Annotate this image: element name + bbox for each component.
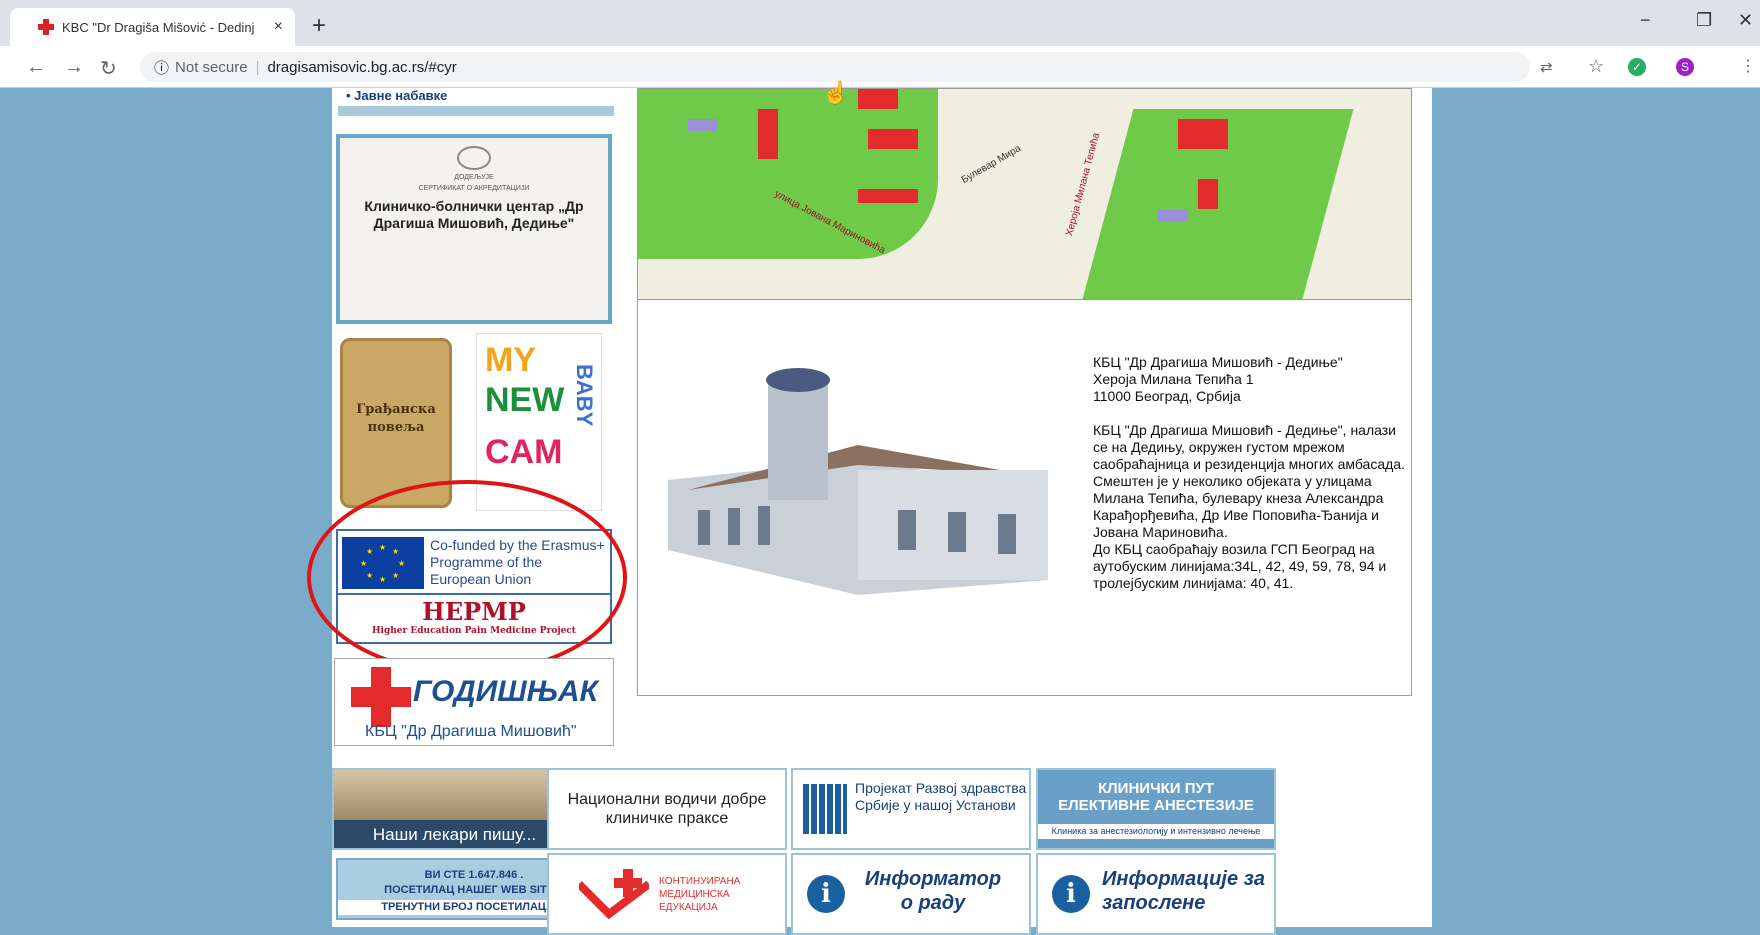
site-favicon-icon [38,19,54,35]
map-building [858,189,918,203]
certificate-seal-icon [457,146,491,170]
address-line1: КБЦ "Др Драгиша Мишовић - Дедиње" [1093,354,1343,370]
fountain-pen-image [334,770,575,820]
sidebar-item-public-procurement[interactable]: • Јавне набавке [338,88,614,106]
profile-avatar[interactable]: S [1676,58,1694,76]
map-building-secondary [1158,209,1188,221]
security-label: Not secure [175,58,248,76]
map-road-label: Булевар Мира [959,143,1023,186]
clinical-guides-label: Национални водичи добре клиничке праксе [567,791,767,827]
babycam-baby: BABY [572,364,597,427]
anesthesia-path-link[interactable]: КЛИНИЧКИ ПУТ ЕЛЕКТИВНЕ АНЕСТЕЗИЈЕ Клиник… [1036,768,1276,850]
tab-close-icon[interactable]: × [274,18,283,36]
extension-check-icon[interactable]: ✓ [1628,58,1646,76]
map-building [858,89,898,109]
citizens-charter-label: Грађанска повеља [356,402,436,435]
hospital-cross-icon [351,667,411,727]
yearbook-subtitle: КБЦ "Др Драгиша Мишовић" [365,723,577,740]
anesthesia-title: КЛИНИЧКИ ПУТ ЕЛЕКТИВНЕ АНЕСТЕЗИЈЕ [1058,780,1254,814]
yearbook-link[interactable]: ГОДИШЊАК КБЦ "Др Драгиша Мишовић" [334,658,614,746]
info-circle-icon: i [807,875,845,913]
accreditation-certificate-link[interactable]: ДОДЕЉУЈЕ СЕРТИФИКАТ О АКРЕДИТАЦИЈИ Клини… [336,134,612,324]
bookmark-star-icon[interactable]: ☆ [1588,56,1604,77]
doctors-write-label: Наши лекари пишу... [334,820,575,848]
cme-label: КОНТИНУИРАНА МЕДИЦИНСКА ЕДУКАЦИЈА [659,876,741,913]
map-building-secondary [688,119,718,131]
health-project-link[interactable]: Пројекат Развој здравства Србије у нашој… [791,768,1031,850]
babycam-my: MY [485,341,536,379]
minimize-icon[interactable]: − [1640,10,1651,31]
window-close-icon[interactable]: ✕ [1738,10,1753,31]
address-line3: 11000 Београд, Србија [1093,388,1241,404]
tab-title: KBC "Dr Dragiša Mišović - Dedinj [62,19,255,35]
reload-icon[interactable]: ↻ [100,56,117,81]
map-building [1178,119,1228,149]
employee-info-link[interactable]: i Информације за запослене [1036,853,1276,935]
babycam-cam: CAM [485,433,563,471]
location-description: КБЦ "Др Драгиша Мишовић - Дедиње", налаз… [1093,422,1405,540]
red-highlight-circle [307,480,627,675]
url-field[interactable]: ⓘ Not secure | dragisamisovic.bg.ac.rs/#… [140,52,1530,82]
transport-info: До КБЦ саобраћају возила ГСП Београд на … [1093,541,1387,591]
map-building [868,129,918,149]
certificate-line1: ДОДЕЉУЈЕ [454,174,494,181]
location-map[interactable]: улица Јована Мариновића Булевар Мира Хер… [637,88,1412,300]
browser-tab[interactable]: KBC "Dr Dragiša Mišović - Dedinj × [10,8,295,46]
babycam-new: NEW [485,381,565,419]
maximize-icon[interactable]: ❐ [1696,10,1712,31]
menu-kebab-icon[interactable]: ⋮ [1740,56,1756,76]
certificate-title: Клиничко-болнички центар „Др Драгиша Миш… [364,198,584,231]
back-arrow-icon[interactable]: ← [26,56,46,79]
forward-arrow-icon[interactable]: → [64,56,84,79]
hospital-info-text: КБЦ "Др Драгиша Мишовић - Дедиње" Хероја… [1093,354,1413,592]
certificate-line2: СЕРТИФИКАТ О АКРЕДИТАЦИЈИ [418,185,530,192]
new-tab-button[interactable]: + [312,12,326,40]
employee-info-label: Информације за запослене [1102,868,1265,914]
url-text: dragisamisovic.bg.ac.rs/#cyr [267,58,457,76]
map-building [758,109,778,159]
info-icon[interactable]: ⓘ [154,57,169,78]
informator-link[interactable]: i Информатор о раду [791,853,1031,935]
browser-tab-bar: KBC "Dr Dragiša Mišović - Dedinj × + − ❐… [0,0,1760,46]
informator-label: Информатор о раду [864,868,1002,914]
page-container: • Јавне набавке ДОДЕЉУЈЕ СЕРТИФИКАТ О АК… [307,80,1432,935]
cme-logo-icon [579,869,649,919]
hospital-building-image [668,368,1048,595]
map-building [1198,179,1218,209]
doctors-write-link[interactable]: Наши лекари пишу... [332,768,577,850]
map-road-label: Хероја Милана Тепића [1064,131,1103,238]
hospital-info-panel: КБЦ "Др Драгиша Мишовић - Дедиње" Хероја… [637,300,1412,696]
url-separator: | [255,58,260,76]
hand-cursor-icon: ☝ [822,80,850,105]
sidebar-divider [338,106,614,116]
health-project-label: Пројекат Развој здравства Србије у нашој… [855,780,1027,813]
anesthesia-subtitle: Клиника за анестезиологију и интензивно … [1038,824,1274,839]
address-line2: Хероја Милана Тепића 1 [1093,371,1254,387]
map-green-area [638,89,938,259]
translate-icon[interactable]: ⇄ [1540,58,1553,76]
clinical-guides-link[interactable]: Национални водичи добре клиничке праксе [547,768,787,850]
project-grid-icon [803,784,847,834]
info-circle-icon: i [1052,875,1090,913]
yearbook-title: ГОДИШЊАК [413,675,598,708]
cme-link[interactable]: КОНТИНУИРАНА МЕДИЦИНСКА ЕДУКАЦИЈА [547,853,787,935]
address-bar: ← → ↻ ⓘ Not secure | dragisamisovic.bg.a… [0,46,1760,88]
